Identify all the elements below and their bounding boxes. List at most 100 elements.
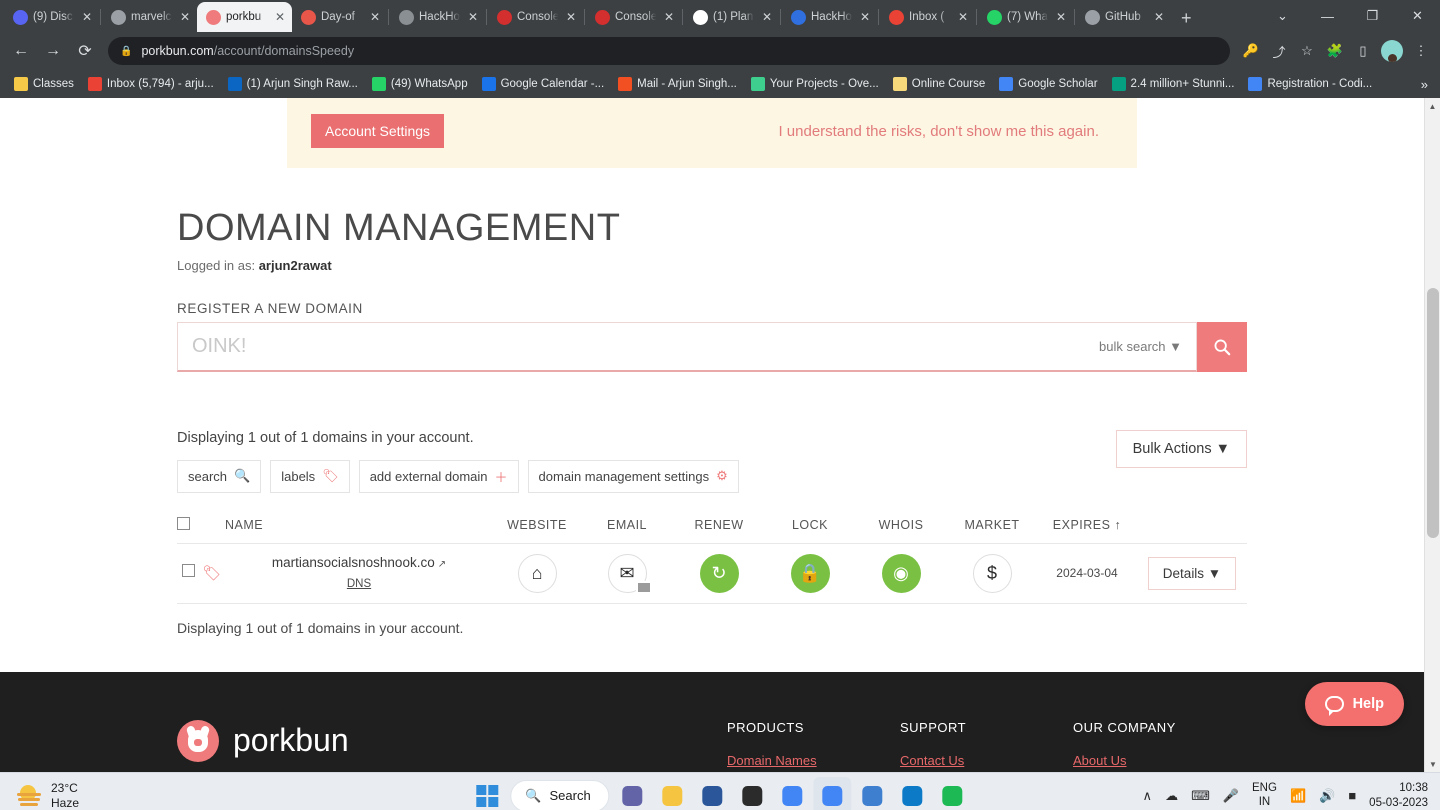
tab-close-icon[interactable]: ✕ — [274, 11, 286, 23]
search-submit-button[interactable] — [1197, 321, 1247, 372]
select-all-checkbox[interactable] — [177, 516, 190, 530]
tab-close-icon[interactable]: ✕ — [369, 11, 381, 23]
keyboard-icon[interactable]: ⌨ — [1191, 788, 1210, 804]
chip-domain-management-settings[interactable]: domain management settings ⚙ — [527, 459, 739, 493]
new-tab-button[interactable]: + — [1181, 9, 1192, 27]
row-checkbox[interactable] — [181, 564, 195, 578]
footer-link[interactable]: Domain Names — [727, 753, 900, 768]
tab-close-icon[interactable]: ✕ — [663, 11, 675, 23]
bookmark-item[interactable]: Registration - Codi... — [1242, 74, 1378, 94]
bookmark-item[interactable]: Online Course — [887, 74, 992, 94]
close-button[interactable]: ✕ — [1395, 0, 1440, 32]
header-name[interactable]: NAME — [225, 516, 493, 544]
share-icon[interactable]: ⤴ — [1266, 38, 1292, 64]
cloud-icon[interactable]: ☁ — [1165, 788, 1178, 804]
language-indicator[interactable]: ENG IN — [1252, 782, 1277, 808]
tab-close-icon[interactable]: ✕ — [179, 11, 191, 23]
header-website[interactable]: WEBSITE — [493, 516, 581, 544]
star-icon[interactable]: ☆ — [1294, 38, 1320, 64]
eye-icon[interactable]: ◉ — [881, 553, 921, 593]
microphone-icon[interactable]: 🎤 — [1223, 788, 1239, 804]
reload-button[interactable]: ⟳ — [70, 36, 100, 66]
lock-icon[interactable]: 🔒 — [790, 553, 830, 593]
chrome-icon[interactable] — [774, 777, 812, 810]
home-icon[interactable]: ⌂ — [517, 553, 557, 593]
bookmark-item[interactable]: Mail - Arjun Singh... — [612, 74, 743, 94]
taskbar-clock[interactable]: 10:38 05-03-2023 — [1369, 781, 1428, 810]
bookmark-item[interactable]: Classes — [8, 74, 80, 94]
bookmark-item[interactable]: Your Projects - Ove... — [745, 74, 885, 94]
forward-button[interactable]: → — [38, 36, 68, 66]
browser-tab[interactable]: porkbu ✕ — [197, 2, 292, 32]
profile-avatar[interactable] — [1381, 40, 1403, 62]
browser-tab[interactable]: (1) Plan ✕ — [684, 2, 779, 32]
browser-tab[interactable]: (9) Disc ✕ — [4, 2, 99, 32]
bulk-actions-button[interactable]: Bulk Actions ▼ — [1115, 429, 1247, 468]
browser-tab[interactable]: Console ✕ — [586, 2, 681, 32]
header-renew[interactable]: RENEW — [673, 516, 765, 544]
browser-tab[interactable]: Inbox (✕ — [880, 2, 975, 32]
domain-search-box[interactable]: bulk search ▼ — [177, 321, 1197, 372]
tag-icon[interactable]: 🏷 — [202, 565, 221, 582]
tab-close-icon[interactable]: ✕ — [761, 11, 773, 23]
browser-tab[interactable]: (7) Wha ✕ — [978, 2, 1073, 32]
account-settings-button[interactable]: Account Settings — [311, 114, 445, 148]
header-whois[interactable]: WHOIS — [855, 516, 947, 544]
scroll-down-arrow[interactable]: ▼ — [1425, 756, 1440, 772]
dollar-icon[interactable]: $ — [972, 553, 1012, 593]
bookmark-item[interactable]: (49) WhatsApp — [366, 74, 474, 94]
bookmark-item[interactable]: 2.4 million+ Stunni... — [1106, 74, 1241, 94]
footer-link[interactable]: About Us — [1073, 753, 1246, 768]
bookmark-item[interactable]: Google Scholar — [993, 74, 1103, 94]
dns-link[interactable]: DNS — [347, 578, 371, 590]
bookmark-item[interactable]: Google Calendar -... — [476, 74, 611, 94]
vscode-icon[interactable] — [894, 777, 932, 810]
page-scrollbar[interactable]: ▲ ▼ — [1424, 98, 1440, 772]
header-expires[interactable]: EXPIRES ↑ — [1037, 516, 1137, 544]
taskbar-search-button[interactable]: 🔍 Search — [510, 779, 610, 810]
header-market[interactable]: MARKET — [947, 516, 1037, 544]
header-lock[interactable]: LOCK — [765, 516, 855, 544]
refresh-icon[interactable]: ↻ — [699, 553, 739, 593]
taskbar-weather-widget[interactable]: 23°C Haze — [0, 781, 79, 810]
tab-close-icon[interactable]: ✕ — [957, 11, 969, 23]
details-button[interactable]: Details ▼ — [1147, 556, 1237, 590]
wifi-icon[interactable]: 📶 — [1290, 788, 1306, 804]
tab-close-icon[interactable]: ✕ — [1055, 11, 1067, 23]
spotify-icon[interactable] — [934, 777, 972, 810]
browser-tab[interactable]: HackHo ✕ — [390, 2, 485, 32]
tab-close-icon[interactable]: ✕ — [467, 11, 479, 23]
word-icon[interactable] — [694, 777, 732, 810]
browser-tab[interactable]: GitHub ✕ — [1076, 2, 1171, 32]
sidepanel-icon[interactable]: ▯ — [1350, 38, 1376, 64]
tab-close-icon[interactable]: ✕ — [565, 11, 577, 23]
tab-search-button[interactable]: ⌄ — [1260, 0, 1305, 32]
speaker-icon[interactable]: 🔊 — [1319, 788, 1335, 804]
tab-close-icon[interactable]: ✕ — [1153, 11, 1165, 23]
tab-close-icon[interactable]: ✕ — [859, 11, 871, 23]
windows-start-icon[interactable] — [476, 784, 499, 807]
unity-icon[interactable] — [734, 777, 772, 810]
bulk-search-dropdown[interactable]: bulk search ▼ — [1089, 339, 1182, 354]
browser-tab[interactable]: Day-of ✕ — [292, 2, 387, 32]
chip-labels[interactable]: labels 🏷 — [270, 459, 350, 493]
back-button[interactable]: ← — [6, 36, 36, 66]
tray-chevron-icon[interactable]: ∧ — [1143, 788, 1153, 804]
browser-tab[interactable]: marvelc ✕ — [102, 2, 197, 32]
scrollbar-thumb[interactable] — [1427, 288, 1439, 538]
domain-search-input[interactable] — [192, 334, 1090, 358]
domain-name-link[interactable]: martiansocialsnoshnook.co — [272, 555, 435, 570]
external-link-icon[interactable]: ↗ — [438, 559, 446, 570]
kebab-menu-icon[interactable]: ⋮ — [1408, 38, 1434, 64]
chip-add-external-domain[interactable]: add external domain ＋ — [358, 459, 519, 493]
chrome-active-icon[interactable] — [813, 776, 852, 810]
bookmark-item[interactable]: Inbox (5,794) - arju... — [82, 74, 220, 94]
help-button[interactable]: Help — [1304, 682, 1404, 726]
address-bar[interactable]: 🔒 porkbun.com/account/domainsSpeedy — [108, 37, 1230, 65]
maximize-button[interactable]: ❐ — [1350, 0, 1395, 32]
file-explorer-icon[interactable] — [654, 777, 692, 810]
bookmarks-overflow-button[interactable]: » — [1421, 77, 1432, 92]
scroll-up-arrow[interactable]: ▲ — [1425, 98, 1440, 114]
battery-icon[interactable]: ■ — [1348, 788, 1356, 803]
browser-tab[interactable]: Console ✕ — [488, 2, 583, 32]
